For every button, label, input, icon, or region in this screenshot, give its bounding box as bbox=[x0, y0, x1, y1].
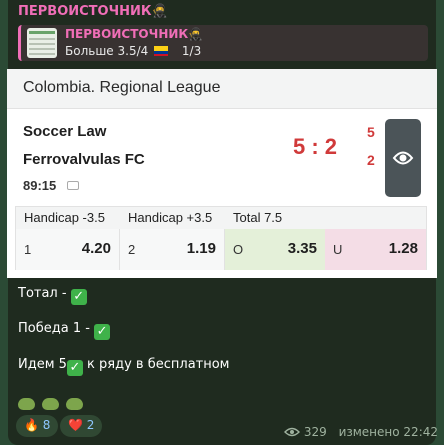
away-team: Ferrovalvulas FC bbox=[23, 151, 145, 168]
away-score: 2 bbox=[367, 152, 375, 168]
reply-thumbnail bbox=[27, 28, 57, 58]
face-emoji-icon bbox=[42, 397, 60, 410]
view-count: 329 bbox=[303, 425, 327, 439]
check-mark-icon: ✓ bbox=[94, 324, 111, 340]
odds-cell[interactable]: U 1.28 bbox=[325, 229, 426, 270]
odds-label: U bbox=[333, 242, 343, 257]
edited-label: изменено bbox=[338, 425, 400, 439]
odds-value: 1.19 bbox=[186, 240, 216, 257]
odds-table: Handicap -3.5 Handicap +3.5 Total 7.5 1 … bbox=[15, 206, 427, 270]
emoji-row bbox=[18, 393, 85, 412]
match-card[interactable]: Colombia. Regional League Soccer Law Fer… bbox=[7, 69, 437, 278]
ninja-emoji: 🥷 bbox=[151, 4, 168, 19]
odds-cell[interactable]: 2 1.19 bbox=[120, 229, 225, 270]
reaction-count: 8 bbox=[42, 418, 51, 432]
reply-title: ПЕРВОИСТОЧНИК🥷 bbox=[65, 27, 204, 41]
check-mark-icon: ✓ bbox=[66, 360, 83, 376]
eye-icon bbox=[392, 151, 414, 165]
reply-preview[interactable]: ПЕРВОИСТОЧНИК🥷 Больше 3.5/4 1/3 bbox=[18, 25, 428, 61]
odds-value: 1.28 bbox=[388, 240, 418, 257]
message-line-streak: Идем 5 ✓ к ряду в бесплатном bbox=[18, 357, 230, 376]
reply-text: Больше 3.5/4 1/3 bbox=[65, 44, 202, 58]
odds-cell[interactable]: 1 4.20 bbox=[16, 229, 120, 270]
market-header: Handicap +3.5 bbox=[120, 207, 225, 229]
check-mark-icon: ✓ bbox=[70, 289, 87, 305]
face-emoji-icon bbox=[18, 397, 35, 410]
message-line-win: Победа 1 - ✓ bbox=[18, 321, 111, 340]
ticket-icon bbox=[67, 181, 79, 190]
odds-cell[interactable]: O 3.35 bbox=[225, 229, 325, 270]
eye-icon bbox=[284, 427, 300, 437]
reply-counter: 1/3 bbox=[181, 44, 202, 58]
odds-label: O bbox=[233, 242, 244, 257]
reaction-heart[interactable]: ❤️ 2 bbox=[60, 415, 103, 437]
colombia-flag-icon bbox=[154, 46, 169, 56]
channel-name[interactable]: ПЕРВОИСТОЧНИК🥷 bbox=[18, 4, 168, 19]
market-header: Total 7.5 bbox=[225, 207, 426, 229]
reaction-count: 2 bbox=[86, 418, 95, 432]
ninja-emoji: 🥷 bbox=[188, 27, 204, 41]
match-score: 5 : 2 bbox=[293, 134, 338, 159]
face-emoji-icon bbox=[66, 397, 84, 410]
league-title: Colombia. Regional League bbox=[7, 69, 437, 109]
message-time: 22:42 bbox=[403, 425, 439, 439]
odds-label: 1 bbox=[24, 242, 32, 257]
heart-icon: ❤️ bbox=[68, 418, 83, 432]
message-line-total: Тотал - ✓ bbox=[18, 286, 87, 305]
reaction-fire[interactable]: 🔥 8 bbox=[16, 415, 59, 437]
home-team: Soccer Law bbox=[23, 123, 107, 140]
message-meta: 329 изменено 22:42 bbox=[284, 425, 438, 439]
home-score: 5 bbox=[367, 124, 375, 140]
odds-label: 2 bbox=[128, 242, 136, 257]
market-header: Handicap -3.5 bbox=[16, 207, 120, 229]
watch-button[interactable] bbox=[385, 119, 421, 197]
fire-icon: 🔥 bbox=[24, 418, 39, 432]
odds-value: 3.35 bbox=[287, 240, 317, 257]
match-time: 89:15 bbox=[23, 178, 57, 193]
odds-value: 4.20 bbox=[81, 240, 111, 257]
